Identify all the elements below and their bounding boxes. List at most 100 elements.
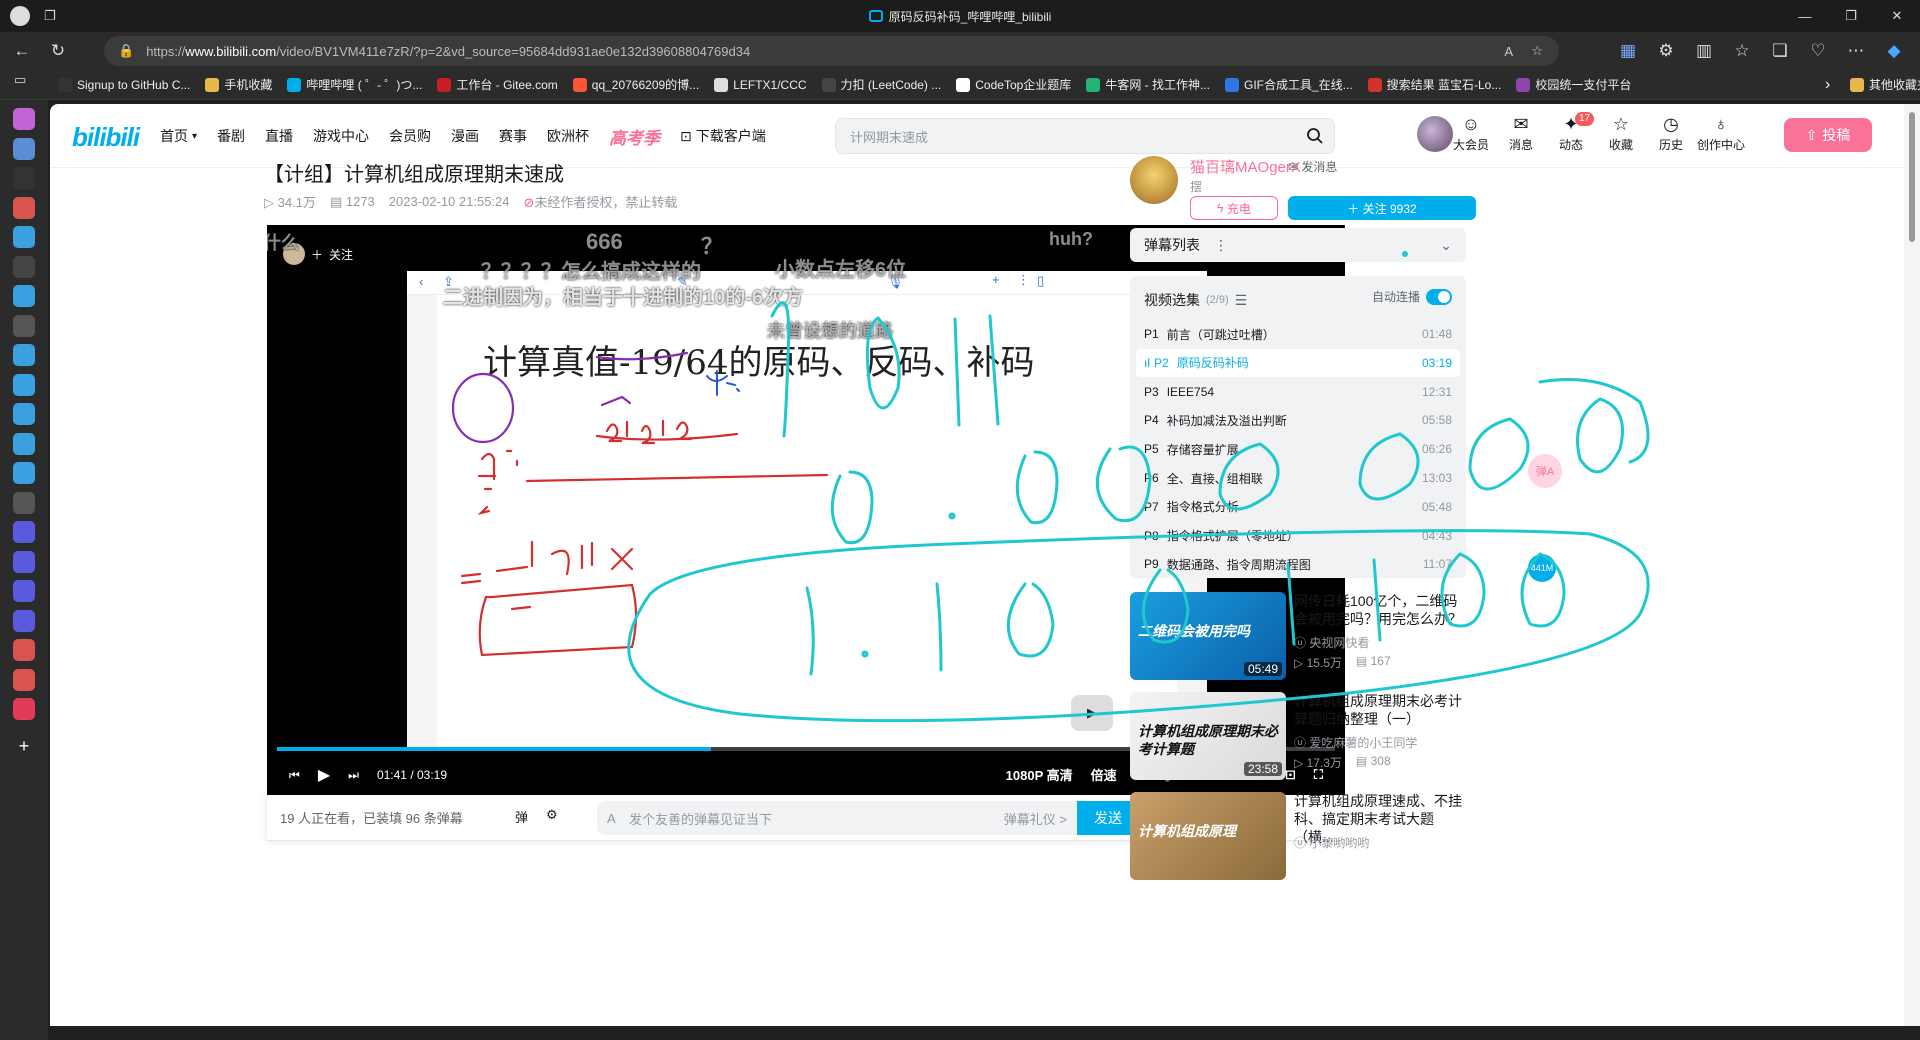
autoplay-toggle[interactable]: 自动连播 (1372, 288, 1452, 305)
follow-button[interactable]: ＋ 关注 9932 (1288, 196, 1476, 220)
minimize-icon[interactable]: — (1782, 0, 1828, 32)
episode-item[interactable]: P9 数据通路、指令周期流程图 11:07 (1136, 550, 1460, 578)
bookmark-item[interactable]: qq_20766209的博... (572, 76, 699, 93)
back-icon[interactable]: ← (4, 35, 40, 67)
nav-live[interactable]: 直播 (265, 126, 293, 146)
refresh-icon[interactable]: ↻ (40, 35, 76, 67)
danmaku-list-toggle[interactable]: 弹幕列表 ⋮ ⌄ (1130, 228, 1466, 262)
episode-item[interactable]: P6 全、直接、组相联 13:03 (1136, 464, 1460, 492)
danmaku-toggle-icon[interactable]: 弹 (515, 807, 528, 826)
header-bulb[interactable]: ♁ 创作中心 (1696, 112, 1746, 162)
sidebar-app-icon[interactable] (13, 698, 35, 720)
bookmark-item[interactable]: 搜索结果 蓝宝石-Lo... (1367, 76, 1501, 93)
sidebar-add-icon[interactable]: + (13, 736, 35, 758)
autoplay-switch[interactable] (1426, 288, 1452, 305)
bookmark-item[interactable]: GIF合成工具_在线... (1224, 76, 1353, 93)
sidebar-app-icon[interactable] (13, 137, 35, 160)
recommended-title[interactable]: 网传日耗100亿个，二维码会被用完吗？用完怎么办？ (1294, 592, 1470, 628)
collections-icon[interactable]: ❏ (1762, 35, 1798, 67)
bookmark-item[interactable]: 牛客网 - 找工作神... (1086, 76, 1210, 93)
sidebar-app-icon[interactable] (13, 255, 35, 278)
sidebar-app-icon[interactable] (13, 580, 35, 602)
episode-item[interactable]: P3 IEEE754 12:31 (1136, 378, 1460, 406)
nav-match[interactable]: 赛事 (499, 126, 527, 146)
quality-button[interactable]: 1080P 高清 (1006, 765, 1073, 784)
tab-title-wrap[interactable]: 原码反码补码_哔哩哔哩_bilibili (0, 8, 1920, 25)
nav-mall[interactable]: 会员购 (389, 126, 431, 146)
episode-item[interactable]: P4 补码加减法及溢出判断 05:58 (1136, 406, 1460, 434)
episode-item[interactable]: P1 前言（可跳过吐槽） 01:48 (1136, 320, 1460, 348)
url-field[interactable]: 🔒 https://www.bilibili.com/video/BV1VM41… (104, 36, 1559, 66)
favorite-star-icon[interactable]: ☆ (1531, 43, 1543, 59)
episode-item[interactable]: P7 指令格式分析 05:48 (1136, 493, 1460, 521)
favorites-icon[interactable]: ☆ (1724, 35, 1760, 67)
danmaku-input[interactable]: A 发个友善的弹幕见证当下 弹幕礼仪 > (597, 801, 1077, 835)
recommended-author[interactable]: ⓤ 爱吃麻薯的小王同学 (1294, 734, 1417, 751)
performance-icon[interactable]: ♡ (1800, 35, 1836, 67)
nav-home[interactable]: 首页 (160, 126, 188, 146)
recommended-video[interactable]: 计算机组成原理期末必考计算题 23:58 计算机组成原理期末必考计算题归纳整理（一）… (1130, 692, 1470, 782)
sidebar-toggle-icon[interactable]: ▭ (14, 72, 26, 88)
more-icon[interactable]: ⋯ (1838, 35, 1874, 67)
danmaku-etiquette-link[interactable]: 弹幕礼仪 > (1004, 809, 1067, 828)
nav-anime[interactable]: 番剧 (217, 126, 245, 146)
sidebar-app-icon[interactable] (13, 226, 35, 248)
bookmark-other-folder[interactable]: 其他收藏夹 (1850, 76, 1920, 93)
play-icon[interactable]: ▶ (318, 765, 330, 785)
copilot-icon[interactable]: ◆ (1876, 35, 1912, 67)
danmaku-settings-icon[interactable]: ⚙ (546, 807, 558, 826)
text-style-icon[interactable]: A (607, 811, 616, 826)
episode-item[interactable]: P5 存储容量扩展 06:26 (1136, 435, 1460, 463)
sidebar-app-icon[interactable] (13, 344, 35, 366)
speed-button[interactable]: 倍速 (1091, 765, 1117, 784)
episode-item[interactable]: ıl P2 原码反码补码 03:19 (1136, 348, 1460, 377)
floating-danmaku-button[interactable]: 弹A (1528, 454, 1562, 488)
bookmark-item[interactable]: CodeTop企业题库 (956, 76, 1071, 93)
sidebar-app-icon[interactable] (13, 403, 35, 425)
search-icon[interactable] (1306, 127, 1324, 145)
upload-button[interactable]: ⇧ 投稿 (1784, 118, 1872, 152)
sidebar-app-icon[interactable] (13, 550, 35, 573)
sidebar-app-icon[interactable] (13, 373, 35, 396)
sidebar-app-icon[interactable] (13, 462, 35, 484)
sidebar-app-icon[interactable] (13, 609, 35, 632)
bookmark-item[interactable]: 哔哩哔哩 ( ゜- ゜)つ... (287, 76, 422, 93)
bookmark-item[interactable]: 校园统一支付平台 (1516, 76, 1631, 93)
video-thumbnail[interactable]: 二维码会被用完吗 05:49 (1130, 592, 1286, 680)
sidebar-app-icon[interactable] (13, 668, 35, 691)
episode-item[interactable]: P8 指令格式扩展（零地址） 04:43 (1136, 522, 1460, 550)
prev-icon[interactable]: ⏮ (289, 768, 300, 783)
sidebar-app-icon[interactable] (13, 285, 35, 307)
next-icon[interactable]: ⏭ (348, 768, 359, 783)
header-mail[interactable]: ✉ 消息 (1496, 112, 1546, 162)
nav-manga[interactable]: 漫画 (451, 126, 479, 146)
bookmark-item[interactable]: 工作台 - Gitee.com (437, 76, 558, 93)
send-message-link[interactable]: ✉ 发消息 (1288, 158, 1337, 175)
bookmark-item[interactable]: 手机收藏 (205, 76, 272, 93)
nav-download[interactable]: ⊡ 下载客户端 (680, 126, 766, 146)
search-input[interactable]: 计网期末速成 (835, 118, 1335, 154)
recommended-author[interactable]: ⓤ 小黎哟哟哟 (1294, 834, 1369, 851)
uploader-name[interactable]: 猫百璃MAOgerX (1190, 156, 1301, 177)
nav-gaokao[interactable]: 高考季 (609, 124, 660, 149)
bookmark-item[interactable]: LEFTX1/CCC (714, 77, 807, 92)
recommended-video[interactable]: 二维码会被用完吗 05:49 网传日耗100亿个，二维码会被用完吗？用完怎么办？ ⓤ … (1130, 592, 1470, 682)
more-dots-icon[interactable]: ⋮ (1214, 237, 1228, 254)
header-vip[interactable]: ☺ 大会员 (1446, 112, 1496, 162)
bilibili-logo[interactable]: bilibili (72, 122, 140, 153)
close-icon[interactable]: ✕ (1874, 0, 1920, 32)
bookmarks-overflow-icon[interactable]: › (1825, 76, 1830, 94)
sidebar-app-icon[interactable] (13, 432, 35, 455)
scrollbar-thumb[interactable] (1909, 112, 1915, 242)
extension-grid-icon[interactable]: ▦ (1610, 35, 1646, 67)
bookmark-item[interactable]: Signup to GitHub C... (58, 77, 190, 92)
list-view-icon[interactable]: ☰ (1235, 292, 1248, 309)
sidebar-app-icon[interactable] (13, 167, 35, 189)
bookmark-item[interactable]: 力扣 (LeetCode) ... (821, 76, 941, 93)
video-thumbnail[interactable]: 计算机组成原理期末必考计算题 23:58 (1130, 692, 1286, 780)
sidebar-app-icon[interactable] (13, 639, 35, 661)
charge-button[interactable]: ϟ 充电 (1190, 196, 1278, 220)
sidebar-app-icon[interactable] (13, 521, 35, 543)
header-star[interactable]: ☆ 收藏 (1596, 112, 1646, 162)
nav-game[interactable]: 游戏中心 (313, 126, 369, 146)
